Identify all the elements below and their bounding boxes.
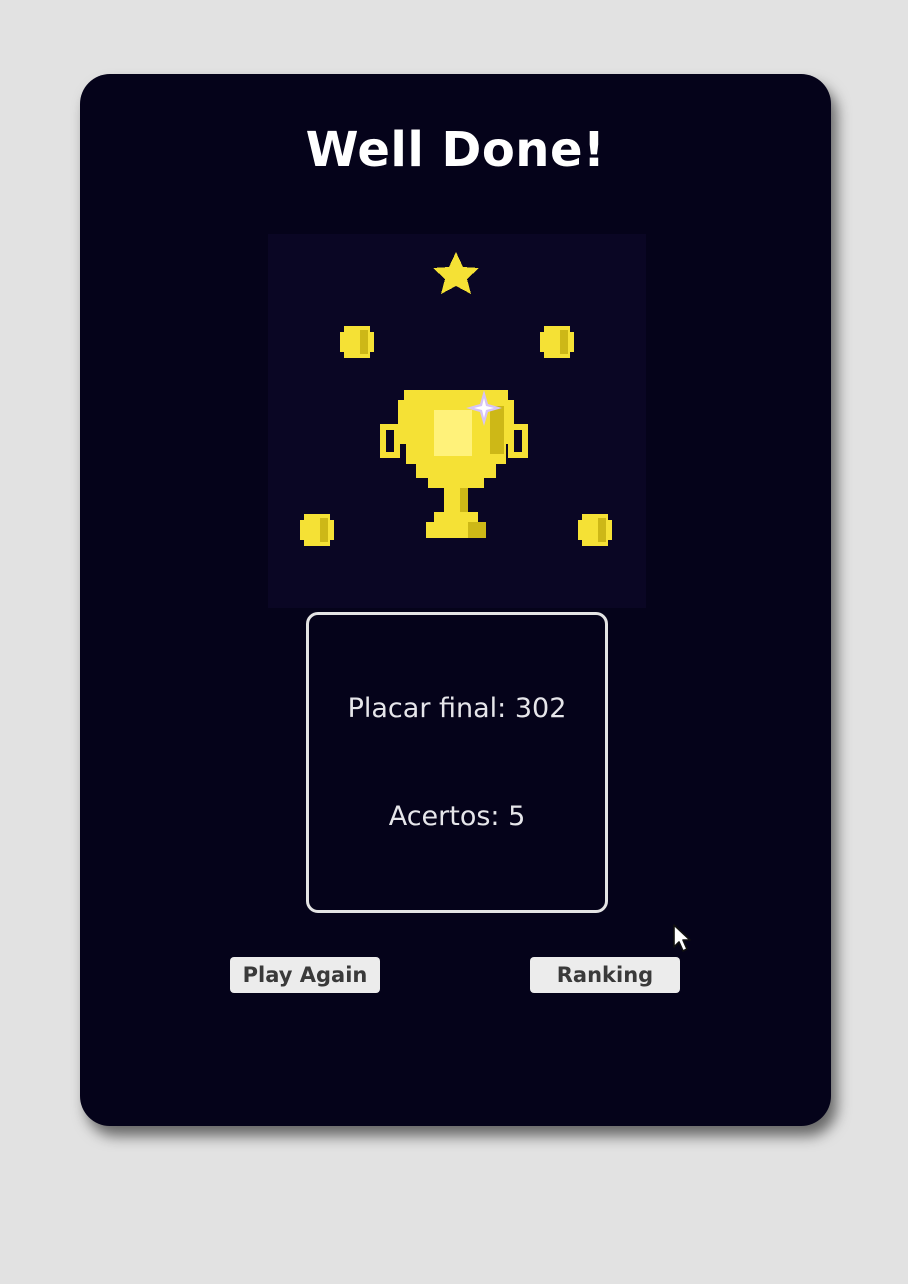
coin-icon — [540, 326, 574, 358]
play-again-button[interactable]: Play Again — [230, 957, 380, 993]
result-card: Well Done! Placar final: 302 Acertos: 5 … — [80, 74, 831, 1126]
mouse-cursor-icon — [672, 923, 694, 957]
star-icon — [433, 252, 479, 294]
coin-icon — [578, 514, 612, 546]
score-panel: Placar final: 302 Acertos: 5 — [306, 612, 608, 913]
page-title: Well Done! — [305, 122, 606, 178]
hits-count: Acertos: 5 — [388, 801, 526, 832]
coin-icon — [340, 326, 374, 358]
trophy-icon — [380, 390, 528, 538]
coin-icon — [300, 514, 334, 546]
ranking-button[interactable]: Ranking — [530, 957, 680, 993]
final-score: Placar final: 302 — [347, 693, 567, 724]
trophy-illustration — [268, 234, 646, 608]
